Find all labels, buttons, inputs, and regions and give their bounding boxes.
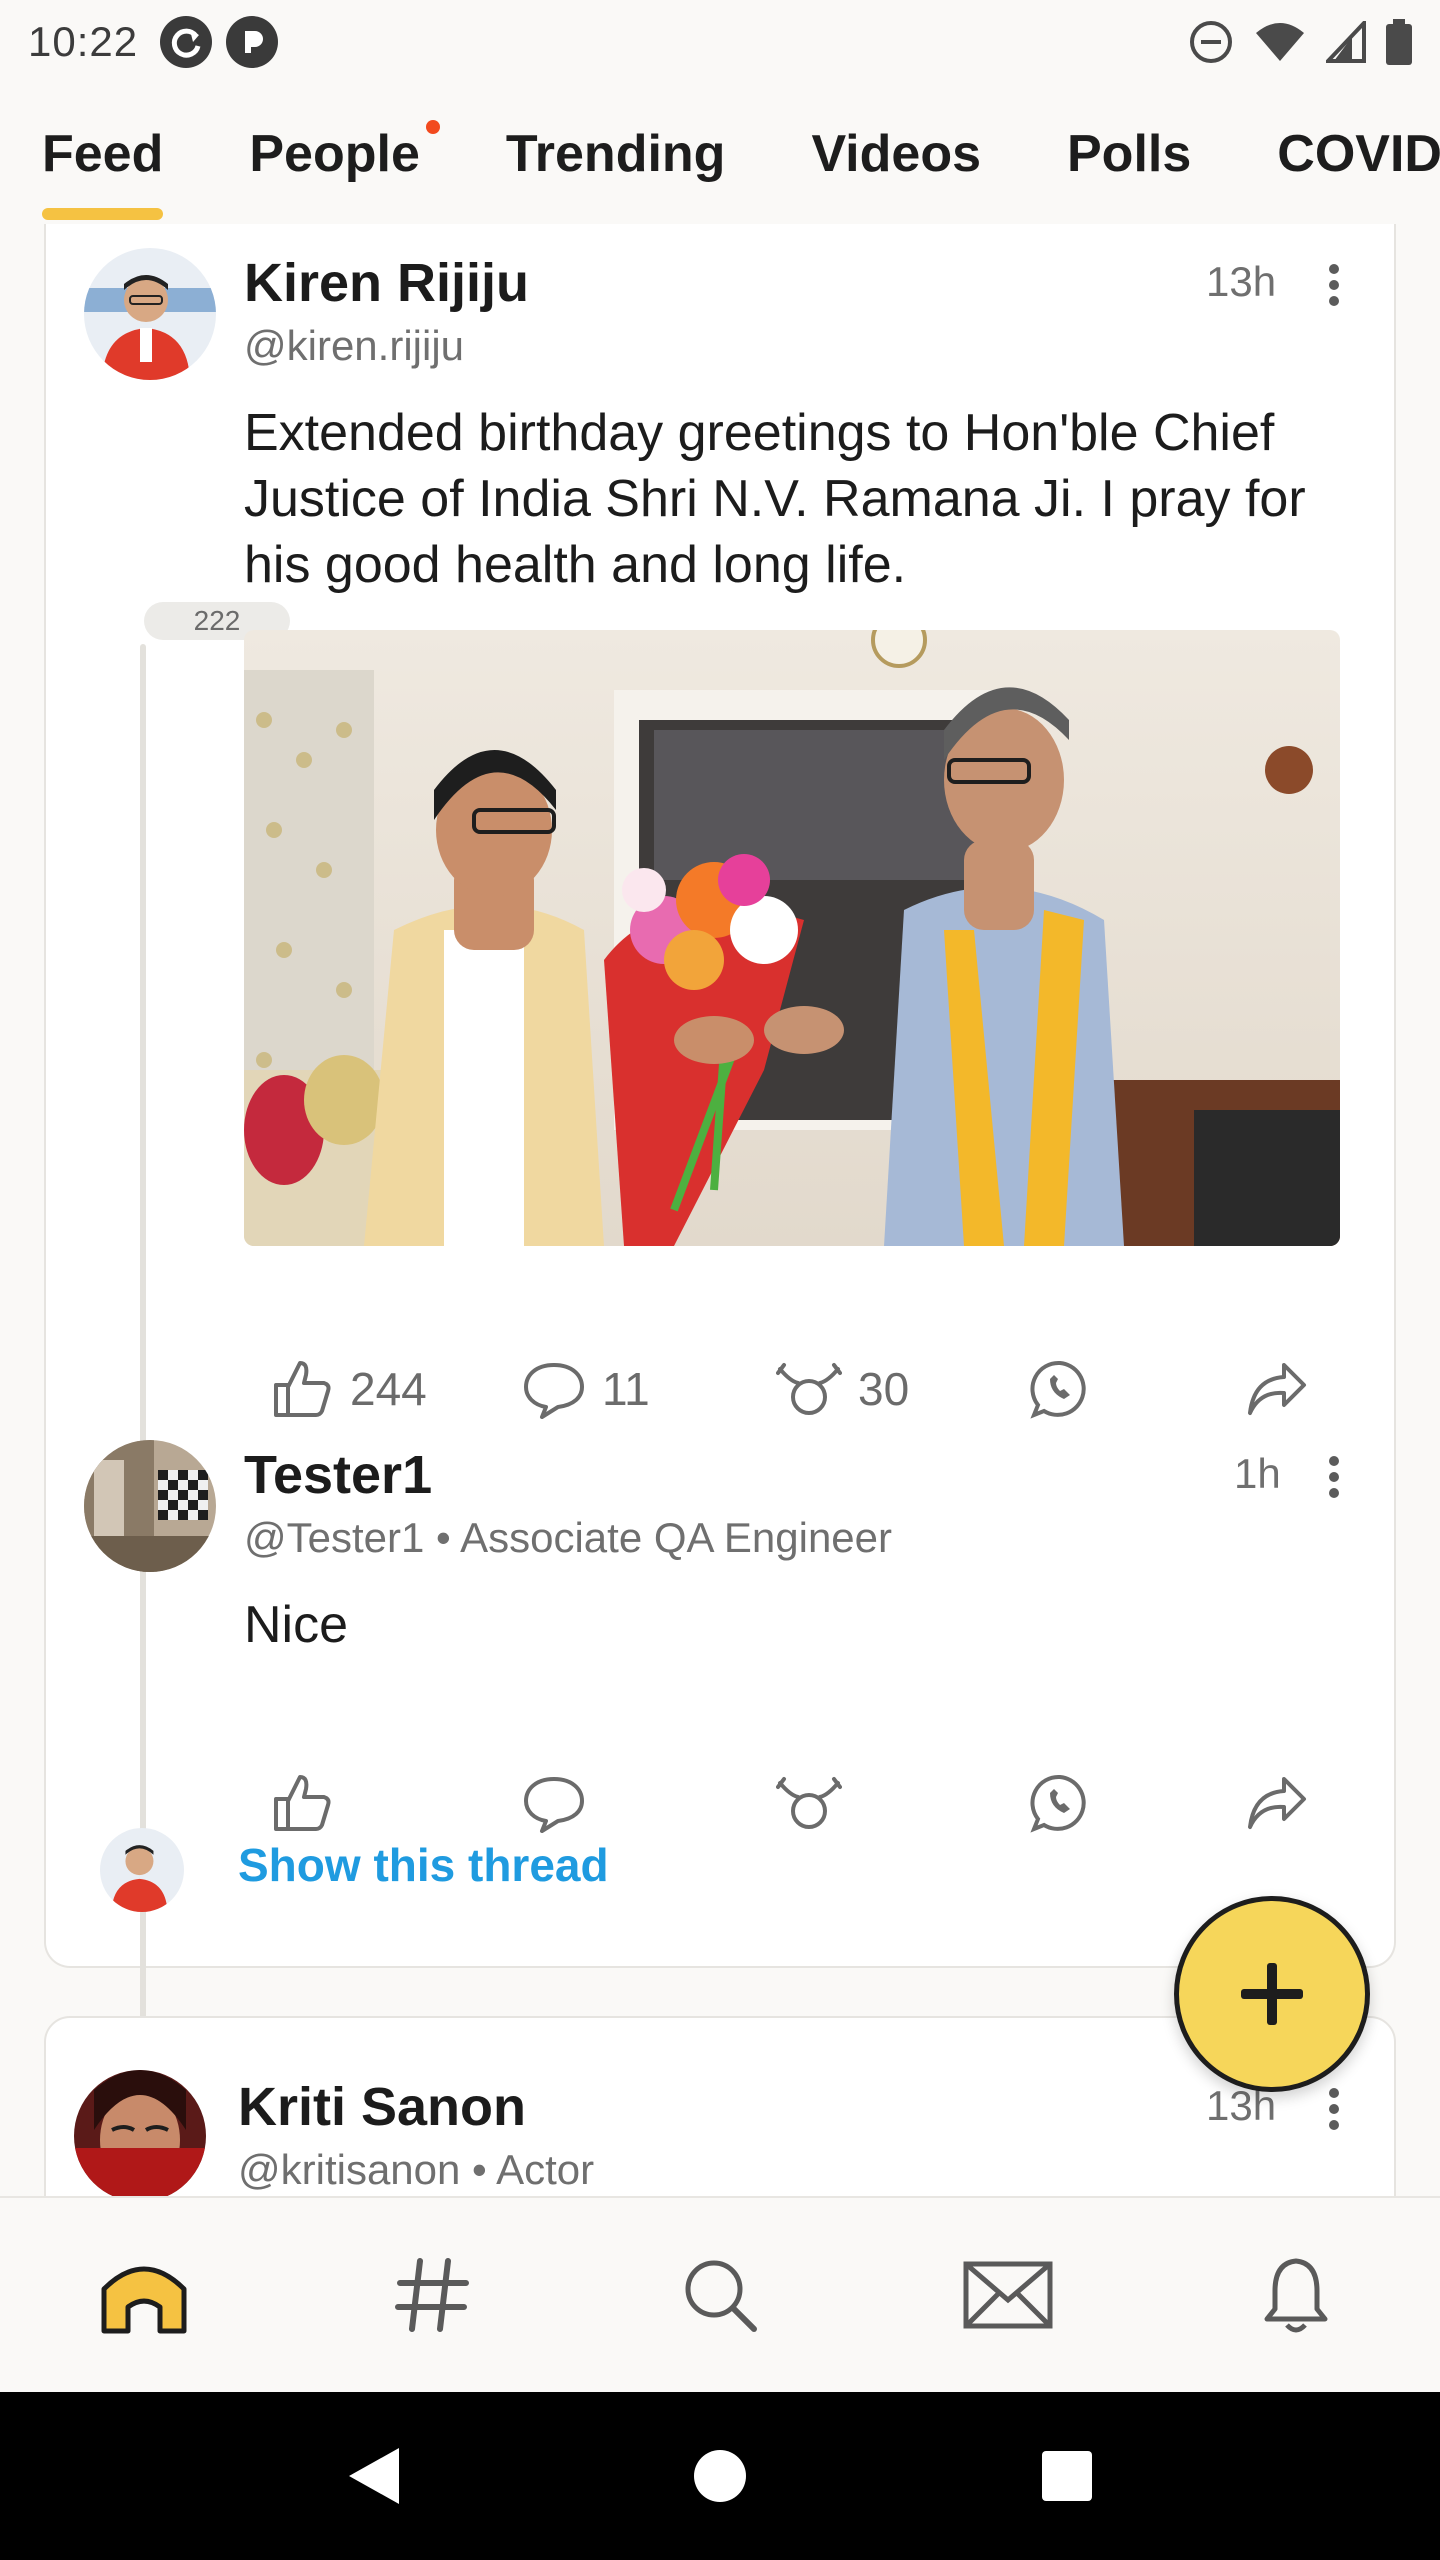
post-actions: 244 11 30: [244, 1344, 1340, 1434]
nav-messages[interactable]: [948, 2235, 1068, 2355]
author-handle[interactable]: @kritisanon • Actor: [238, 2146, 594, 2194]
whatsapp-share-button[interactable]: [1030, 1359, 1090, 1419]
post-text: Nice: [244, 1596, 349, 1654]
rekoo-count: 30: [858, 1363, 910, 1415]
post-image[interactable]: [244, 630, 1340, 1246]
compose-button[interactable]: [1174, 1896, 1370, 2092]
comment-button[interactable]: [522, 1773, 586, 1833]
notification-dot: [425, 120, 440, 134]
wifi-icon: [1256, 23, 1304, 61]
home-button[interactable]: [680, 2436, 760, 2516]
nav-hashtags[interactable]: [372, 2235, 492, 2355]
small-avatar: [100, 1828, 184, 1912]
avatar[interactable]: [74, 2070, 206, 2202]
comment-count: 11: [602, 1363, 650, 1415]
more-options-icon[interactable]: [1322, 1452, 1346, 1500]
tab-people-label: People: [249, 125, 420, 183]
bell-icon: [1264, 2258, 1328, 2333]
status-bar: 10:22: [0, 0, 1440, 84]
battery-icon: [1386, 19, 1412, 65]
refresh-app-icon: [160, 16, 213, 68]
post-time: 13h: [1206, 258, 1277, 305]
comment-icon: [524, 1363, 584, 1419]
post-card: 222 Kiren Rijiju @kiren.rijiju 13h Exten…: [44, 224, 1396, 2030]
post-time: 1h: [1234, 1450, 1281, 1497]
do-not-disturb-icon: [1190, 21, 1232, 63]
like-button[interactable]: 244: [270, 1357, 427, 1421]
post-text: Extended birthday greetings to Hon'ble C…: [244, 404, 1306, 594]
author-name[interactable]: Tester1: [244, 1444, 432, 1506]
thread-line: [140, 1586, 146, 2030]
tab-polls[interactable]: Polls: [1067, 100, 1191, 184]
shield-app-icon: [226, 16, 279, 68]
like-count: 244: [350, 1363, 427, 1415]
mail-icon: [963, 2261, 1053, 2329]
share-button[interactable]: [1244, 1359, 1308, 1419]
share-icon: [1248, 1777, 1306, 1829]
show-thread-link[interactable]: Show this thread: [238, 1838, 609, 1892]
tab-feed[interactable]: Feed: [42, 100, 164, 220]
recents-button[interactable]: [1027, 2436, 1107, 2516]
tab-trending-label: Trending: [505, 125, 726, 183]
home-circle-icon: [693, 2450, 746, 2502]
whatsapp-icon: [1030, 1360, 1086, 1419]
status-time: 10:22: [28, 18, 139, 65]
post-actions: [244, 1758, 1340, 1848]
back-icon: [349, 2448, 400, 2504]
nav-search[interactable]: [660, 2235, 780, 2355]
author-name[interactable]: Kriti Sanon: [238, 2076, 526, 2138]
tab-videos[interactable]: Videos: [811, 100, 981, 184]
comment-icon: [524, 1777, 584, 1833]
tab-trending[interactable]: Trending: [506, 100, 726, 184]
whatsapp-share-button[interactable]: [1030, 1773, 1090, 1833]
avatar[interactable]: [84, 1440, 216, 1572]
bottom-navigation: [0, 2196, 1440, 2392]
tab-videos-label: Videos: [811, 125, 981, 183]
rekoo-button[interactable]: 30: [776, 1359, 909, 1419]
more-options-icon[interactable]: [1322, 2084, 1346, 2132]
avatar[interactable]: [84, 248, 216, 380]
rekoo-icon: [776, 1363, 842, 1415]
search-icon: [685, 2260, 757, 2332]
thumbs-up-icon: [274, 1775, 331, 1831]
plus-icon: [1241, 1963, 1303, 2025]
share-icon: [1248, 1363, 1306, 1415]
tab-covid-label: COVID: [1277, 125, 1440, 183]
author-handle[interactable]: @kiren.rijiju: [244, 322, 464, 370]
tab-people[interactable]: People: [249, 100, 440, 184]
hashtag-icon: [395, 2258, 469, 2332]
tab-covid[interactable]: COVID: [1277, 100, 1440, 184]
comment-button[interactable]: 11: [522, 1359, 650, 1419]
back-button[interactable]: [333, 2436, 413, 2516]
recents-icon: [1041, 2451, 1092, 2501]
feed-tabs: Feed People Trending Videos Polls COVID: [0, 100, 1440, 224]
home-icon: [101, 2266, 187, 2334]
rekoo-icon: [776, 1777, 842, 1829]
nav-home[interactable]: [84, 2235, 204, 2355]
tab-polls-label: Polls: [1067, 125, 1192, 183]
share-button[interactable]: [1244, 1773, 1308, 1833]
thumbs-up-icon: [274, 1361, 331, 1417]
signal-icon: [1326, 21, 1366, 63]
author-name[interactable]: Kiren Rijiju: [244, 252, 529, 314]
like-button[interactable]: [270, 1771, 334, 1835]
rekoo-button[interactable]: [776, 1773, 842, 1833]
more-options-icon[interactable]: [1322, 260, 1346, 308]
tab-feed-label: Feed: [42, 125, 164, 183]
whatsapp-icon: [1030, 1774, 1086, 1833]
author-handle[interactable]: @Tester1 • Associate QA Engineer: [244, 1514, 892, 1562]
nav-notifications[interactable]: [1236, 2235, 1356, 2355]
system-navigation: [0, 2392, 1440, 2560]
